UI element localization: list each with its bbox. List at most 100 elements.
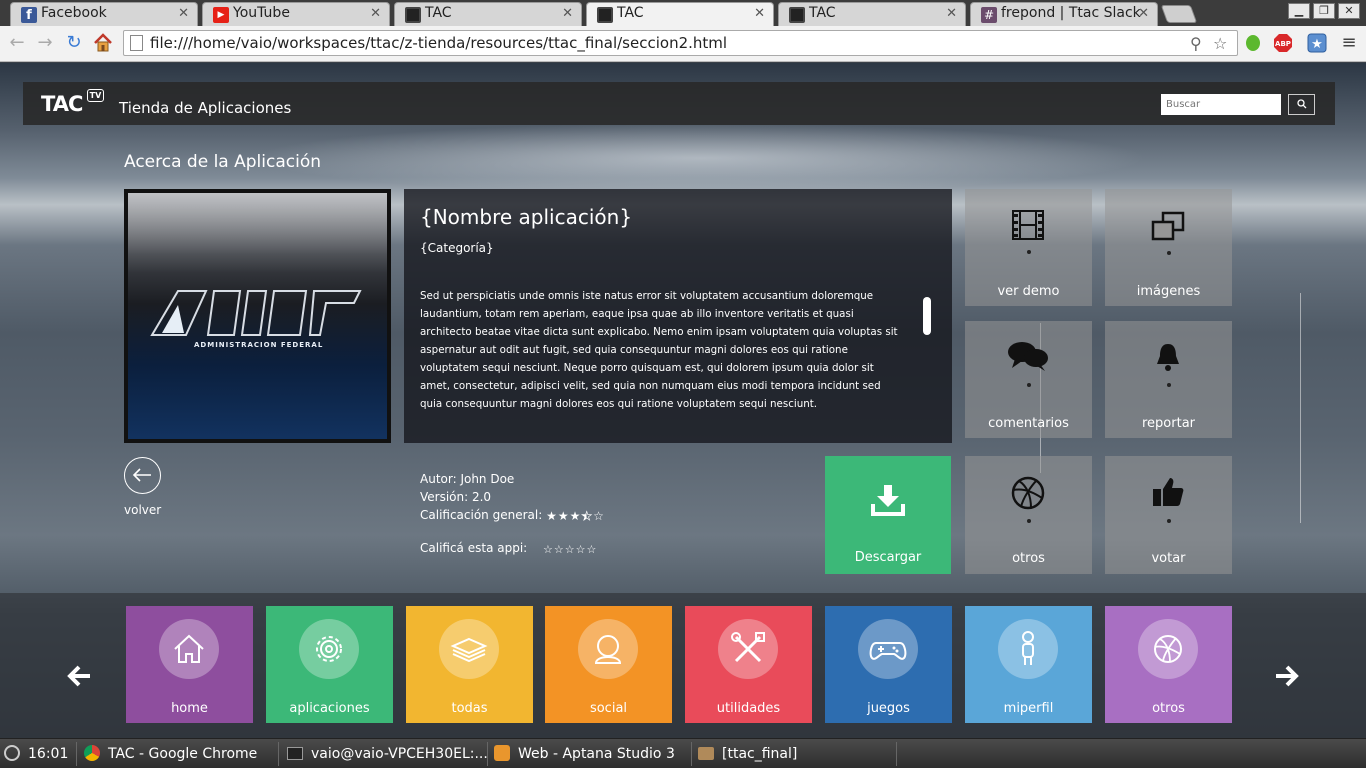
site-title: Tienda de Aplicaciones: [119, 99, 292, 117]
zoom-icon[interactable]: ⚲: [1190, 34, 1202, 53]
close-icon[interactable]: ✕: [178, 6, 189, 21]
thumbs-up-icon: [1153, 478, 1184, 506]
minimize-button[interactable]: ▁: [1288, 3, 1310, 19]
category-utilidades[interactable]: utilidades: [685, 606, 812, 723]
tv-badge: TV: [87, 89, 104, 102]
app-logo-caption: ADMINISTRACION FEDERAL: [194, 341, 324, 349]
extension-star-icon[interactable]: ★: [1306, 32, 1328, 54]
otros-action-tile[interactable]: otros: [965, 456, 1092, 574]
adblock-icon[interactable]: ABP: [1272, 32, 1294, 54]
evernote-icon[interactable]: [1242, 32, 1264, 54]
close-icon[interactable]: ✕: [1138, 6, 1149, 21]
star-icon[interactable]: ☆: [587, 543, 597, 556]
bookmark-star-icon[interactable]: ☆: [1213, 34, 1227, 53]
search-icon: [1296, 99, 1306, 109]
star-icon: ★: [546, 509, 557, 523]
close-icon[interactable]: ✕: [754, 6, 765, 21]
user-rating-stars[interactable]: ☆☆☆☆☆: [543, 542, 597, 556]
category-otros[interactable]: otros: [1105, 606, 1232, 723]
app-logo-image: ADMINISTRACION FEDERAL: [124, 189, 391, 443]
arrow-left-icon[interactable]: [64, 661, 94, 691]
browser-toolbar: ← → ↻ file:///home/vaio/workspaces/ttac/…: [0, 26, 1366, 62]
maximize-button[interactable]: ❐: [1313, 3, 1335, 19]
arrow-right-icon[interactable]: [1272, 661, 1302, 691]
tile-label: imágenes: [1136, 284, 1201, 299]
images-icon: [1151, 211, 1185, 241]
power-icon: [4, 745, 20, 761]
reload-icon[interactable]: ↻: [63, 32, 85, 54]
app-name: {Nombre aplicación}: [420, 205, 633, 229]
category-home[interactable]: home: [126, 606, 253, 723]
imagenes-tile[interactable]: imágenes: [1105, 189, 1232, 306]
tab-slack[interactable]: # frepond | Ttac Slack ✕: [970, 2, 1158, 26]
reportar-tile[interactable]: reportar: [1105, 321, 1232, 438]
tab-title: YouTube: [233, 5, 290, 21]
category-label: utilidades: [716, 701, 781, 716]
star-icon: ★: [569, 509, 581, 523]
download-button[interactable]: Descargar: [825, 456, 951, 574]
basketball-icon: [1011, 476, 1045, 510]
taskbar-item-aptana[interactable]: Web - Aptana Studio 3: [494, 739, 675, 768]
tv-icon: [789, 7, 805, 23]
category-social[interactable]: social: [545, 606, 672, 723]
tac-logo[interactable]: TAC: [41, 92, 83, 116]
star-icon[interactable]: ☆: [565, 543, 575, 556]
home-icon: [174, 634, 204, 663]
category-miperfil[interactable]: miperfil: [965, 606, 1092, 723]
search-input[interactable]: [1161, 94, 1281, 115]
category-label: juegos: [867, 701, 910, 716]
star-icon[interactable]: ☆: [543, 543, 553, 556]
description-scrollbar[interactable]: [923, 297, 931, 335]
address-bar[interactable]: file:///home/vaio/workspaces/ttac/z-tien…: [123, 30, 1238, 56]
star-icon[interactable]: ☆: [554, 543, 564, 556]
tab-tac-2[interactable]: TAC ✕: [586, 2, 774, 26]
votar-tile[interactable]: votar: [1105, 456, 1232, 574]
tile-label: otros: [1012, 551, 1045, 566]
taskbar-item-terminal[interactable]: vaio@vaio-VPCEH30EL:...: [287, 739, 488, 768]
gear-icon: [316, 636, 342, 662]
bell-icon: [1157, 344, 1179, 371]
menu-icon[interactable]: ≡: [1338, 32, 1360, 54]
facebook-icon: f: [21, 7, 37, 23]
back-button[interactable]: [124, 457, 161, 494]
star-icon: ★: [557, 509, 569, 523]
arrow-left-icon: [132, 468, 151, 482]
category-aplicaciones[interactable]: aplicaciones: [266, 606, 393, 723]
category-juegos[interactable]: juegos: [825, 606, 952, 723]
app-category[interactable]: {Categoría}: [420, 241, 494, 255]
star-icon[interactable]: ☆: [576, 543, 586, 556]
taskbar-item-folder[interactable]: [ttac_final]: [698, 739, 797, 768]
star-icon: ☆: [593, 509, 604, 523]
app-rating-row: Calificación general: ★★★★☆: [420, 508, 605, 523]
category-label: miperfil: [1003, 701, 1054, 716]
home-icon[interactable]: [92, 32, 114, 54]
tab-youtube[interactable]: ▶ YouTube ✕: [202, 2, 390, 26]
back-arrow-icon[interactable]: ←: [6, 32, 28, 54]
download-label: Descargar: [854, 550, 922, 565]
tab-tac-1[interactable]: TAC ✕: [394, 2, 582, 26]
ver-demo-tile[interactable]: ver demo: [965, 189, 1092, 306]
comentarios-tile[interactable]: comentarios: [965, 321, 1092, 438]
url-text: file:///home/vaio/workspaces/ttac/z-tien…: [150, 34, 728, 52]
new-tab-button[interactable]: [1160, 5, 1198, 23]
forward-arrow-icon[interactable]: →: [34, 32, 56, 54]
close-icon[interactable]: ✕: [370, 6, 381, 21]
os-taskbar: 16:01 TAC - Google Chrome vaio@vaio-VPCE…: [0, 738, 1366, 768]
taskbar-item-chrome[interactable]: TAC - Google Chrome: [84, 739, 257, 768]
category-todas[interactable]: todas: [406, 606, 533, 723]
star-icon: ★: [581, 509, 593, 524]
back-label[interactable]: volver: [124, 503, 161, 517]
search-button[interactable]: [1288, 94, 1315, 115]
app-description: Sed ut perspiciatis unde omnis iste natu…: [420, 290, 898, 410]
close-icon[interactable]: ✕: [946, 6, 957, 21]
rating-stars: ★★★★☆: [546, 509, 605, 524]
taskbar-label: Web - Aptana Studio 3: [518, 746, 675, 762]
app-version: Versión: 2.0: [420, 490, 492, 504]
close-icon[interactable]: ✕: [562, 6, 573, 21]
tv-icon: [597, 7, 613, 23]
tab-facebook[interactable]: f Facebook ✕: [10, 2, 198, 26]
tab-title: TAC: [617, 5, 644, 21]
tab-tac-3[interactable]: TAC ✕: [778, 2, 966, 26]
close-window-button[interactable]: ✕: [1338, 3, 1360, 19]
clock[interactable]: 16:01: [4, 739, 68, 768]
